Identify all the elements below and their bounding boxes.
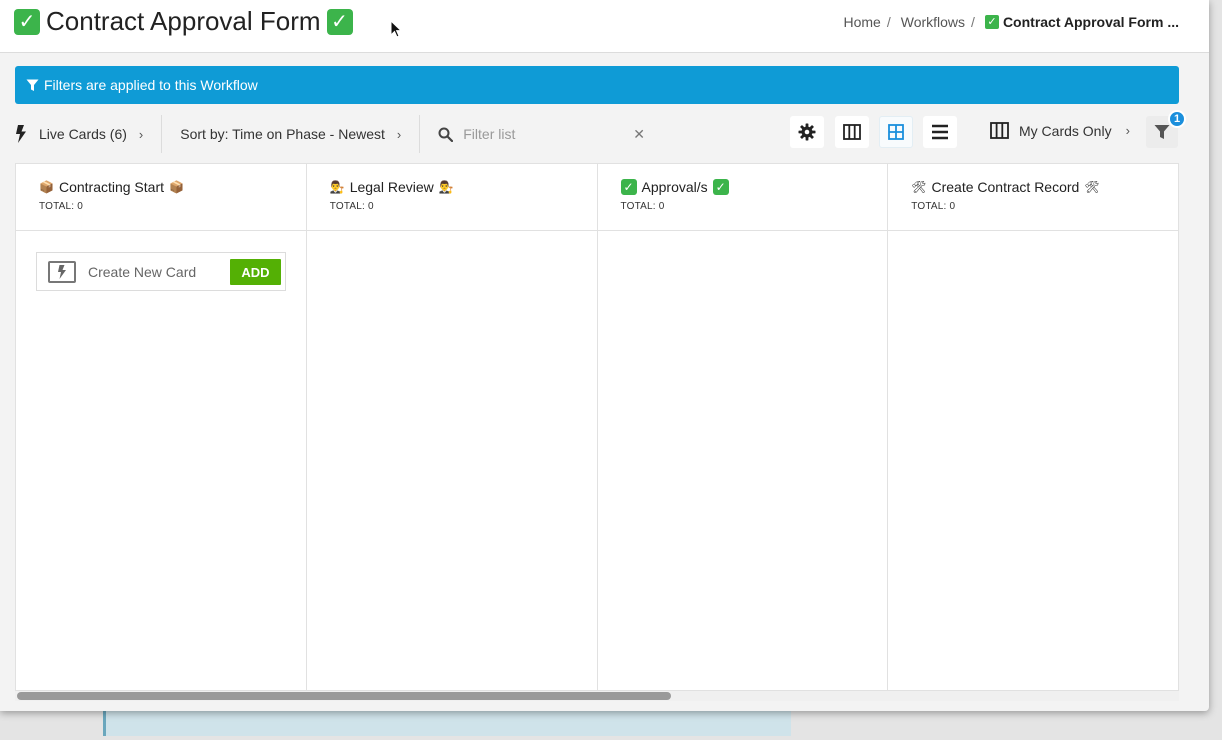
settings-button[interactable] xyxy=(790,116,824,148)
breadcrumb-separator: / xyxy=(971,14,975,30)
phase-column: ✓ Approval/s ✓ TOTAL: 0 xyxy=(597,164,889,690)
page-title: ✓ Contract Approval Form ✓ xyxy=(14,6,353,37)
check-emoji-icon: ✓ xyxy=(620,179,637,195)
clear-search-icon[interactable]: ✕ xyxy=(633,126,645,143)
column-title[interactable]: 👨‍⚖️ Legal Review 👨‍⚖️ xyxy=(330,179,597,195)
my-cards-only-button[interactable]: My Cards Only › xyxy=(990,122,1130,139)
page-header: ✓ Contract Approval Form ✓ Home / Workfl… xyxy=(0,0,1209,53)
create-new-card[interactable]: Create New Card ADD xyxy=(36,252,286,291)
divider xyxy=(161,115,163,153)
list-icon xyxy=(932,124,948,140)
column-header: 🛠 Create Contract Record 🛠 TOTAL: 0 xyxy=(888,164,1178,231)
column-total: TOTAL: 0 xyxy=(911,201,956,212)
breadcrumb-current-label: Contract Approval Form ... xyxy=(1002,14,1179,30)
check-emoji-icon: ✓ xyxy=(14,8,40,35)
column-header: 📦 Contracting Start 📦 TOTAL: 0 xyxy=(16,164,306,231)
filter-banner: Filters are applied to this Workflow xyxy=(15,66,1179,104)
column-title[interactable]: ✓ Approval/s ✓ xyxy=(620,179,888,195)
breadcrumb-home[interactable]: Home xyxy=(843,14,880,30)
filter-banner-text: Filters are applied to this Workflow xyxy=(44,77,258,93)
box-emoji-icon: 📦 xyxy=(39,180,54,194)
phase-column: 📦 Contracting Start 📦 TOTAL: 0 Create Ne… xyxy=(16,164,307,690)
filter-list-input[interactable] xyxy=(463,126,624,142)
lightning-icon xyxy=(16,125,26,143)
column-total: TOTAL: 0 xyxy=(620,201,665,212)
phase-column: 👨‍⚖️ Legal Review 👨‍⚖️ TOTAL: 0 xyxy=(306,164,598,690)
chevron-right-icon: › xyxy=(1125,123,1130,138)
judge-emoji-icon: 👨‍⚖️ xyxy=(329,180,345,194)
kanban-view-button[interactable] xyxy=(835,116,869,148)
chevron-right-icon: › xyxy=(138,126,144,142)
grid-view-button[interactable] xyxy=(879,116,913,148)
live-cards-label: Live Cards (6) xyxy=(39,126,127,142)
check-emoji-icon: ✓ xyxy=(326,8,353,35)
column-title-text: Create Contract Record xyxy=(931,179,1080,195)
chevron-right-icon: › xyxy=(396,126,402,142)
my-cards-label: My Cards Only xyxy=(1019,122,1112,139)
judge-emoji-icon: 👨‍⚖️ xyxy=(438,180,454,194)
box-emoji-icon: 📦 xyxy=(169,180,184,194)
live-cards-button[interactable]: Live Cards (6) › xyxy=(15,125,143,143)
sort-label: Sort by: Time on Phase - Newest xyxy=(180,126,385,142)
columns-icon xyxy=(843,124,861,140)
breadcrumb-workflows[interactable]: Workflows xyxy=(901,14,965,30)
mouse-cursor-icon xyxy=(390,20,402,38)
search-box: ✕ xyxy=(438,126,653,143)
horizontal-scrollbar[interactable] xyxy=(15,691,1179,701)
background-window-strip xyxy=(103,708,791,736)
column-title-text: Approval/s xyxy=(641,179,708,195)
column-header: ✓ Approval/s ✓ TOTAL: 0 xyxy=(597,164,888,231)
divider xyxy=(419,115,421,153)
breadcrumb-separator: / xyxy=(886,14,891,30)
funnel-icon xyxy=(26,79,39,91)
column-title[interactable]: 🛠 Create Contract Record 🛠 xyxy=(911,179,1178,195)
column-total: TOTAL: 0 xyxy=(39,201,84,212)
breadcrumb: Home / Workflows / ✓ Contract Approval F… xyxy=(843,14,1179,30)
page-title-text: Contract Approval Form xyxy=(46,6,321,36)
column-title[interactable]: 📦 Contracting Start 📦 xyxy=(39,179,306,195)
grid-icon xyxy=(888,124,904,140)
tools-emoji-icon: 🛠 xyxy=(1084,180,1100,194)
funnel-icon xyxy=(1154,125,1170,139)
breadcrumb-current: ✓ Contract Approval Form ... xyxy=(984,14,1179,30)
list-view-button[interactable] xyxy=(923,116,957,148)
create-new-card-label: Create New Card xyxy=(88,263,197,280)
gear-icon xyxy=(798,123,816,141)
filter-count-badge: 1 xyxy=(1168,110,1186,128)
tools-emoji-icon: 🛠 xyxy=(911,180,927,194)
column-total: TOTAL: 0 xyxy=(329,201,374,212)
column-title-text: Contracting Start xyxy=(58,179,165,195)
column-header: 👨‍⚖️ Legal Review 👨‍⚖️ TOTAL: 0 xyxy=(306,164,597,231)
search-icon xyxy=(438,127,454,142)
card-lightning-icon xyxy=(48,260,76,283)
column-title-text: Legal Review xyxy=(349,179,434,195)
scrollbar-thumb[interactable] xyxy=(17,692,671,700)
app-window: ✓ Contract Approval Form ✓ Home / Workfl… xyxy=(0,0,1209,711)
add-button[interactable]: ADD xyxy=(230,259,281,285)
sort-button[interactable]: Sort by: Time on Phase - Newest › xyxy=(180,126,401,142)
check-emoji-icon: ✓ xyxy=(712,179,729,195)
phase-column: 🛠 Create Contract Record 🛠 TOTAL: 0 xyxy=(888,164,1179,690)
kanban-board: 📦 Contracting Start 📦 TOTAL: 0 Create Ne… xyxy=(15,163,1179,691)
check-emoji-icon: ✓ xyxy=(984,15,999,29)
columns-icon xyxy=(990,122,1009,139)
